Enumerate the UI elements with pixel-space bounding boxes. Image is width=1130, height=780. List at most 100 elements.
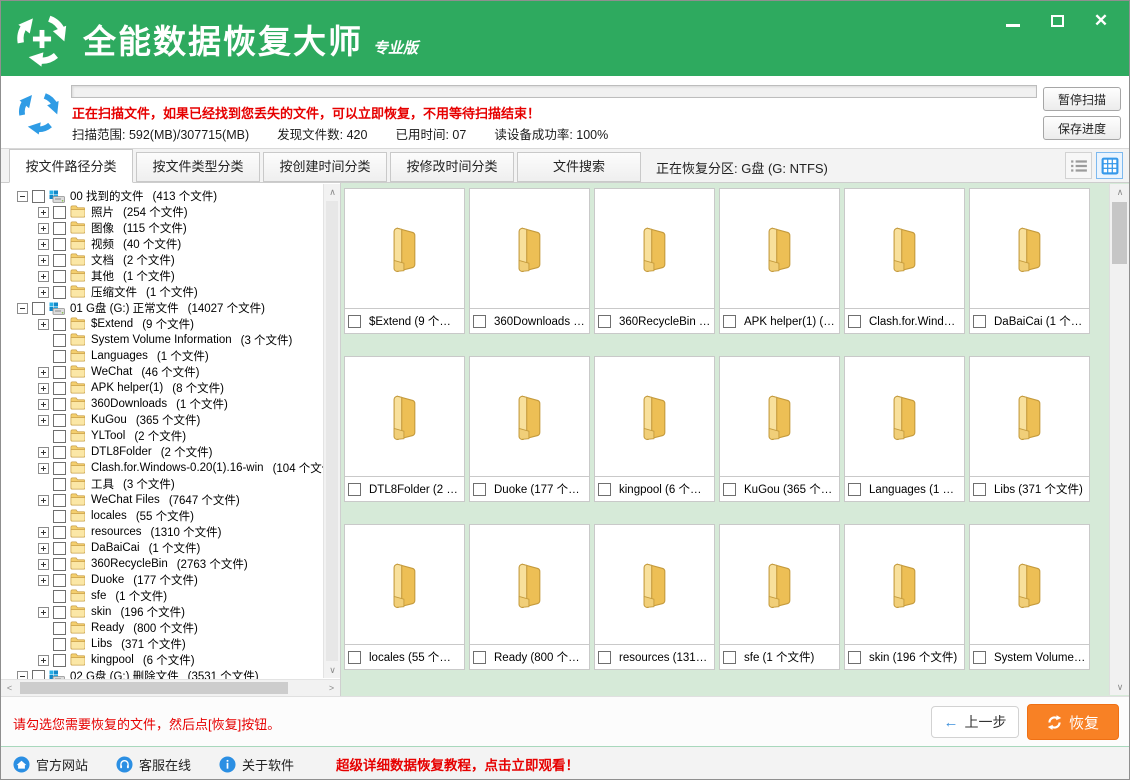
tree-expander-icon[interactable] [38,255,49,266]
tree-item[interactable]: 其他 (1 个文件) [1,268,323,284]
folder-checkbox[interactable] [848,315,861,328]
tree-checkbox[interactable] [53,558,66,571]
folder-cell[interactable]: DaBaiCai (1 个文件) [969,188,1090,334]
tree-item[interactable]: kingpool (6 个文件) [1,652,323,668]
recover-button[interactable]: 恢复 [1027,704,1119,740]
tutorial-promo-link[interactable]: 超级详细数据恢复教程，点击立即观看！ [336,754,579,774]
tree-item[interactable]: sfe (1 个文件) [1,588,323,604]
tree-item[interactable]: $Extend (9 个文件) [1,316,323,332]
folder-checkbox[interactable] [598,315,611,328]
tree-checkbox[interactable] [53,510,66,523]
tree-checkbox[interactable] [53,478,66,491]
folder-cell[interactable]: 360Downloads (1 个文件) [469,188,590,334]
tree-checkbox[interactable] [53,542,66,555]
close-button[interactable]: ✕ [1093,13,1109,29]
scroll-thumb[interactable] [1112,202,1127,264]
tree-expander-icon[interactable] [38,399,49,410]
folder-cell[interactable]: KuGou (365 个文件) [719,356,840,502]
folder-checkbox[interactable] [598,651,611,664]
tree-item[interactable]: DaBaiCai (1 个文件) [1,540,323,556]
folder-cell[interactable]: System Volume Information (3 个文件) [969,524,1090,670]
category-tab[interactable]: 按文件路径分类 [9,149,133,183]
tree-expander-icon[interactable] [17,671,28,680]
folder-cell[interactable]: Duoke (177 个文件) [469,356,590,502]
tree-item[interactable]: Languages (1 个文件) [1,348,323,364]
tree-checkbox[interactable] [32,190,45,203]
tree-vertical-scrollbar[interactable]: ∧ ∨ [323,184,340,678]
tree-expander-icon[interactable] [38,287,49,298]
tree-checkbox[interactable] [53,238,66,251]
tree-checkbox[interactable] [53,654,66,667]
folder-checkbox[interactable] [848,651,861,664]
tree-item[interactable]: skin (196 个文件) [1,604,323,620]
scroll-right-icon[interactable]: > [323,680,340,696]
folder-cell[interactable]: Languages (1 个文件) [844,356,965,502]
tree-checkbox[interactable] [53,222,66,235]
folder-cell[interactable]: 360RecycleBin (2763 个文件) [594,188,715,334]
folder-checkbox[interactable] [473,483,486,496]
tree-item[interactable]: resources (1310 个文件) [1,524,323,540]
folder-checkbox[interactable] [973,483,986,496]
tree-checkbox[interactable] [32,302,45,315]
folder-cell[interactable]: Clash.for.Windows-0.20(1).16-win (104 个文… [844,188,965,334]
folder-checkbox[interactable] [473,315,486,328]
folder-cell[interactable]: Libs (371 个文件) [969,356,1090,502]
tree-item[interactable]: 01 G盘 (G:) 正常文件 (14027 个文件) [1,300,323,316]
tree-item[interactable]: 照片 (254 个文件) [1,204,323,220]
tree-checkbox[interactable] [32,670,45,680]
scroll-up-icon[interactable]: ∧ [324,184,341,200]
tree-checkbox[interactable] [53,206,66,219]
tree-checkbox[interactable] [53,638,66,651]
tree-item[interactable]: WeChat Files (7647 个文件) [1,492,323,508]
tree-checkbox[interactable] [53,254,66,267]
tree-checkbox[interactable] [53,414,66,427]
tree-checkbox[interactable] [53,606,66,619]
tree-checkbox[interactable] [53,350,66,363]
scroll-up-icon[interactable]: ∧ [1110,184,1130,200]
tree-checkbox[interactable] [53,318,66,331]
tree-expander-icon[interactable] [38,559,49,570]
tree-expander-icon[interactable] [38,543,49,554]
tree-item[interactable]: Clash.for.Windows-0.20(1).16-win (104 个文… [1,460,323,476]
tree-expander-icon[interactable] [38,223,49,234]
tree-expander-icon[interactable] [38,463,49,474]
footer-link[interactable]: 官方网站 [13,755,88,774]
tree-item[interactable]: YLTool (2 个文件) [1,428,323,444]
tree-item[interactable]: 02 G盘 (G:) 删除文件 (3531 个文件) [1,668,323,679]
scroll-thumb[interactable] [326,201,338,661]
folder-checkbox[interactable] [973,315,986,328]
tree-expander-icon[interactable] [38,415,49,426]
tree-checkbox[interactable] [53,446,66,459]
tree-item[interactable]: WeChat (46 个文件) [1,364,323,380]
tree-expander-icon[interactable] [38,239,49,250]
category-tab[interactable]: 按修改时间分类 [390,152,514,182]
tree-item[interactable]: 视频 (40 个文件) [1,236,323,252]
category-tab[interactable]: 按文件类型分类 [136,152,260,182]
folder-cell[interactable]: $Extend (9 个文件) [344,188,465,334]
tree-item[interactable]: 00 找到的文件 (413 个文件) [1,188,323,204]
tree-expander-icon[interactable] [38,319,49,330]
tree-item[interactable]: 工具 (3 个文件) [1,476,323,492]
tree-item[interactable]: Duoke (177 个文件) [1,572,323,588]
folder-cell[interactable]: Ready (800 个文件) [469,524,590,670]
folder-cell[interactable]: kingpool (6 个文件) [594,356,715,502]
tree-item[interactable]: 文档 (2 个文件) [1,252,323,268]
tree-checkbox[interactable] [53,398,66,411]
folder-checkbox[interactable] [723,483,736,496]
scroll-down-icon[interactable]: ∨ [1110,679,1130,695]
scroll-down-icon[interactable]: ∨ [324,662,341,678]
footer-link[interactable]: 客服在线 [116,755,191,774]
grid-view-button[interactable] [1096,152,1123,179]
folder-checkbox[interactable] [348,483,361,496]
tree-expander-icon[interactable] [17,303,28,314]
tree-expander-icon[interactable] [38,607,49,618]
tree-expander-icon[interactable] [38,575,49,586]
tree-expander-icon[interactable] [38,383,49,394]
tree-item[interactable]: 360Downloads (1 个文件) [1,396,323,412]
folder-checkbox[interactable] [348,315,361,328]
pause-scan-button[interactable]: 暂停扫描 [1043,87,1121,111]
tree-item[interactable]: 360RecycleBin (2763 个文件) [1,556,323,572]
folder-cell[interactable]: APK helper(1) (8 个文件) [719,188,840,334]
tree-checkbox[interactable] [53,574,66,587]
tree-checkbox[interactable] [53,382,66,395]
